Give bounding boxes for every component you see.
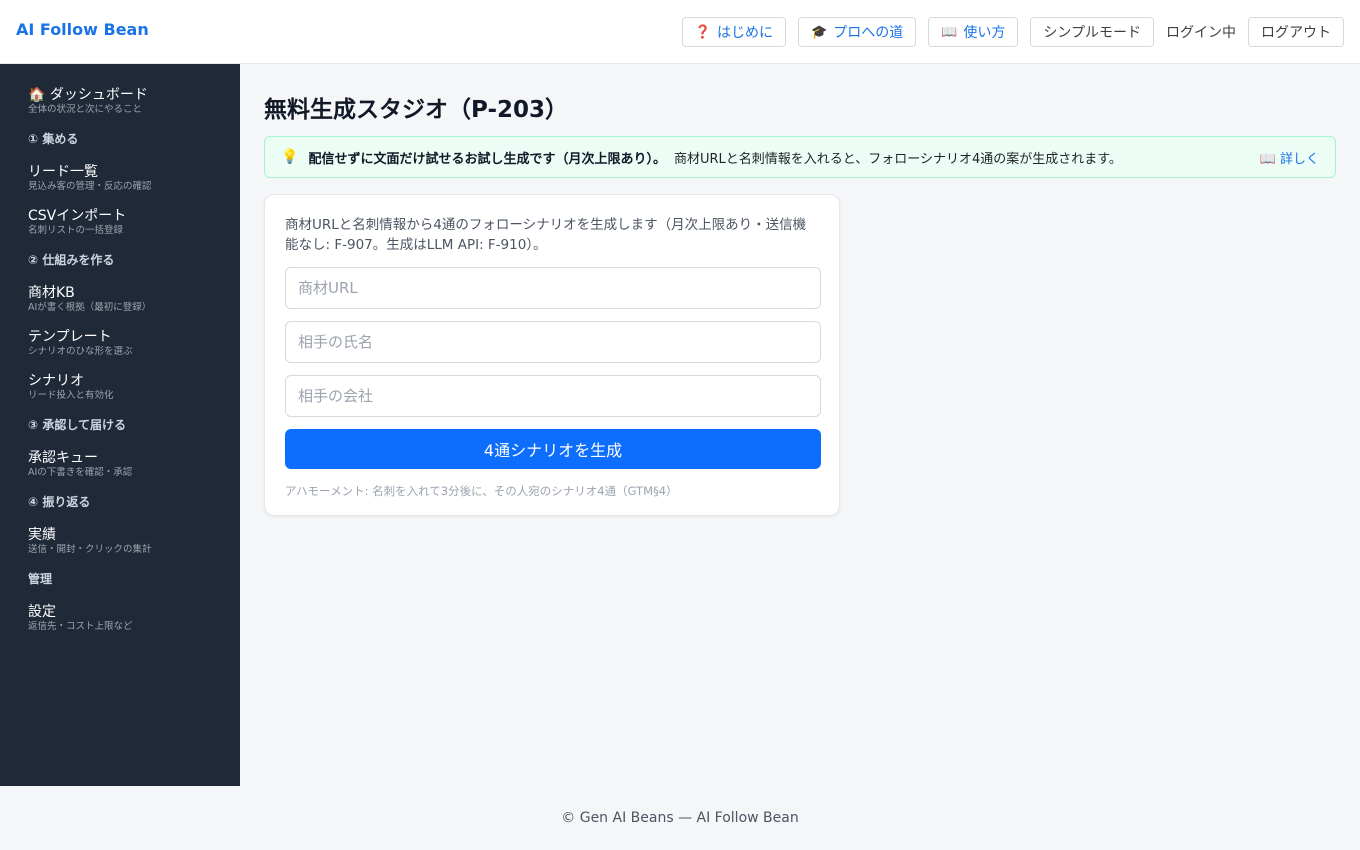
sidebar-item-label: リード一覧 (28, 164, 98, 180)
sidebar-item-label: 実績 (28, 527, 56, 543)
contact-name-input[interactable] (285, 321, 821, 363)
header-actions: ❓ はじめに 🎓 プロへの道 📖 使い方 シンプルモード ログイン中 ログアウト (670, 17, 1344, 47)
form-intro: 商材URLと名刺情報から4通のフォローシナリオを生成します（月次上限あり・送信機… (285, 217, 807, 253)
question-icon: ❓ (694, 24, 712, 40)
path-to-pro-label: プロへの道 (833, 25, 904, 41)
aha-moment-note: アハモーメント: 名刺を入れて3分後に、その人宛のシナリオ4通（GTM§4） (285, 484, 678, 498)
login-status: ログイン中 (1166, 25, 1236, 41)
contact-company-input[interactable] (285, 375, 821, 417)
sidebar-item-sub: 送信・開封・クリックの集計 (28, 544, 152, 555)
sidebar-item-sub: AIの下書きを確認・承認 (28, 467, 133, 478)
sidebar-item-label: CSVインポート (28, 208, 127, 224)
sidebar-item-sub: シナリオのひな形を選ぶ (28, 346, 133, 357)
sidebar-item-sub: リード投入と有効化 (28, 390, 114, 401)
footer-text: © Gen AI Beans — AI Follow Bean (561, 810, 799, 826)
banner-description: 商材URLと名刺情報を入れると、フォローシナリオ4通の案が生成されます。 (673, 151, 1122, 167)
lightbulb-icon: 💡 (281, 149, 299, 165)
sidebar-item-label: テンプレート (28, 329, 112, 345)
path-to-pro-button[interactable]: 🎓 プロへの道 (798, 17, 917, 47)
details-link[interactable]: 📖 詳しく (1260, 148, 1319, 167)
sidebar-item-csv-import[interactable]: CSVインポート 名刺リストの一括登録 (0, 207, 240, 237)
logout-button[interactable]: ログアウト (1248, 17, 1344, 47)
getting-started-button[interactable]: ❓ はじめに (681, 17, 787, 47)
sidebar-item-dashboard[interactable]: 🏠 ダッシュボード 全体の状況と次にやること (0, 86, 240, 116)
sidebar-item-sub: 見込み客の管理・反応の確認 (28, 181, 152, 192)
banner-headline: 配信せずに文面だけ試せるお試し生成です（月次上限あり）。 (308, 151, 666, 167)
sidebar-section-admin: 管理 (28, 572, 53, 586)
how-to-use-button[interactable]: 📖 使い方 (928, 17, 1019, 47)
graduation-cap-icon: 🎓 (811, 24, 828, 40)
book-icon: 📖 (941, 24, 958, 40)
sidebar-section-build: ② 仕組みを作る (28, 253, 115, 267)
top-bar: AI Follow Bean ❓ はじめに 🎓 プロへの道 📖 使い方 シンプル… (0, 0, 1360, 64)
sidebar-item-settings[interactable]: 設定 返信先・コスト上限など (0, 603, 240, 633)
sidebar: 🏠 ダッシュボード 全体の状況と次にやること ① 集める リード一覧 見込み客の… (0, 64, 240, 786)
sidebar-item-sub: 返信先・コスト上限など (28, 621, 133, 632)
footer: © Gen AI Beans — AI Follow Bean (0, 786, 1360, 850)
sidebar-item-label: 🏠 ダッシュボード (28, 87, 148, 103)
getting-started-label: はじめに (717, 25, 774, 41)
sidebar-item-results[interactable]: 実績 送信・開封・クリックの集計 (0, 526, 240, 556)
how-to-use-label: 使い方 (963, 25, 1006, 41)
sidebar-item-approval-queue[interactable]: 承認キュー AIの下書きを確認・承認 (0, 449, 240, 479)
sidebar-item-label: 商材KB (28, 285, 75, 301)
sidebar-item-sub: 全体の状況と次にやること (28, 104, 143, 115)
simple-mode-button[interactable]: シンプルモード (1030, 17, 1154, 47)
main-content: 無料生成スタジオ（P-203） 💡 配信せずに文面だけ試せるお試し生成です（月次… (240, 64, 1360, 786)
sidebar-item-sub: 名刺リストの一括登録 (28, 225, 124, 236)
sidebar-section-collect: ① 集める (28, 132, 79, 146)
sidebar-item-scenarios[interactable]: シナリオ リード投入と有効化 (0, 372, 240, 402)
sidebar-item-label: シナリオ (28, 373, 84, 389)
generation-form-card: 商材URLと名刺情報から4通のフォローシナリオを生成します（月次上限あり・送信機… (264, 194, 840, 516)
brand-logo[interactable]: AI Follow Bean (16, 20, 149, 39)
info-banner: 💡 配信せずに文面だけ試せるお試し生成です（月次上限あり）。 商材URLと名刺情… (264, 136, 1336, 178)
sidebar-section-deliver: ③ 承認して届ける (28, 418, 126, 432)
sidebar-item-sub: AIが書く根拠（最初に登録） (28, 302, 152, 313)
sidebar-section-review: ④ 振り返る (28, 495, 91, 509)
sidebar-item-product-kb[interactable]: 商材KB AIが書く根拠（最初に登録） (0, 284, 240, 314)
sidebar-item-label: 設定 (28, 604, 56, 620)
sidebar-item-label: 承認キュー (28, 450, 98, 466)
product-url-input[interactable] (285, 267, 821, 309)
page-title: 無料生成スタジオ（P-203） (264, 97, 569, 123)
sidebar-item-templates[interactable]: テンプレート シナリオのひな形を選ぶ (0, 328, 240, 358)
generate-scenarios-button[interactable]: 4通シナリオを生成 (285, 429, 821, 469)
sidebar-item-leads[interactable]: リード一覧 見込み客の管理・反応の確認 (0, 163, 240, 193)
